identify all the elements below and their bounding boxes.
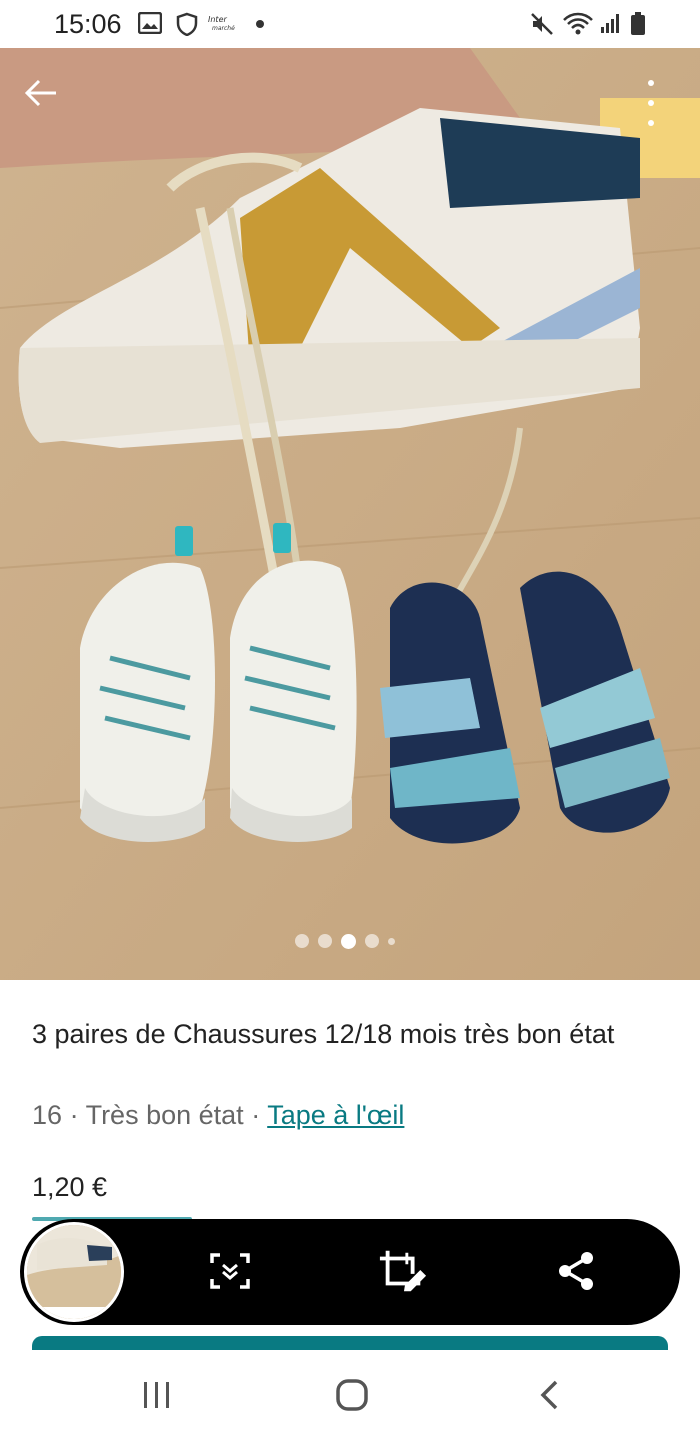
shoes-illustration [0,48,700,980]
scroll-capture-icon [210,1253,250,1289]
screen: 15:06 Inter marché 3 paires de Chaussure… [0,0,700,1439]
mute-icon [530,12,554,41]
screenshot-thumbnail[interactable] [24,1222,124,1322]
meta-separator: · [69,1100,79,1130]
item-condition: Très bon état [85,1100,244,1130]
notification-dot [256,20,264,28]
thumbnail-image [27,1225,121,1319]
item-price: 1,20 € [32,1172,108,1202]
shield-icon [176,12,198,41]
arrow-left-icon [24,79,56,107]
intermarche-icon: Inter marché [208,14,238,37]
back-button[interactable] [24,78,68,122]
svg-text:Inter: Inter [208,15,227,24]
gallery-icon [137,11,163,39]
carousel-dot[interactable] [318,934,332,948]
item-size: 16 [32,1100,63,1130]
meta-separator: · [251,1100,261,1130]
brand-link[interactable]: Tape à l'œil [267,1100,404,1130]
carousel-dot-active[interactable] [341,933,356,949]
carousel-dot[interactable] [388,937,395,945]
more-dot-icon [648,100,654,106]
status-time: 15:06 [54,9,122,39]
share-icon [559,1252,593,1290]
product-photo[interactable] [0,48,700,980]
recent-apps-button[interactable] [132,1370,182,1420]
crop-edit-button[interactable] [378,1246,428,1296]
carousel-dot[interactable] [295,934,309,948]
more-options-button[interactable] [636,80,666,126]
recent-apps-icon [144,1382,169,1408]
back-nav-button[interactable] [524,1370,574,1420]
battery-icon [630,12,646,41]
crop-edit-icon [379,1250,427,1292]
home-button[interactable] [327,1370,377,1420]
status-bar: 15:06 Inter marché [0,0,700,48]
home-icon [336,1379,368,1411]
carousel-indicator [295,933,395,949]
item-title: 3 paires de Chaussures 12/18 mois très b… [32,1019,615,1049]
share-button[interactable] [551,1246,601,1296]
item-meta: 16 · Très bon état · Tape à l'œil [32,1097,404,1133]
wifi-icon [562,12,594,41]
chevron-left-icon [540,1380,558,1410]
svg-text:marché: marché [212,25,235,32]
more-dot-icon [648,80,654,86]
scroll-capture-button[interactable] [205,1246,255,1296]
carousel-dot[interactable] [365,934,379,948]
more-dot-icon [648,120,654,126]
signal-icon [600,12,622,39]
